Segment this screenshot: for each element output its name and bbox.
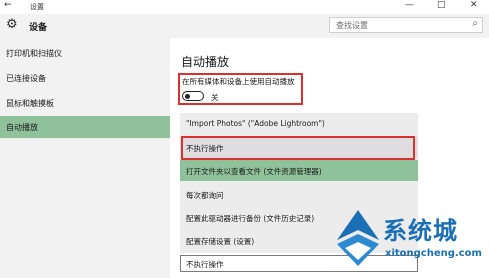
autoplay-toggle-label: 在所有媒体和设备上使用自动播放 [182, 77, 295, 86]
watermark-url: xitongcheng.com [385, 248, 482, 259]
search-icon[interactable]: ⌕ [472, 18, 478, 29]
sidebar-item-label: 打印机和扫描仪 [6, 49, 62, 58]
search-placeholder: 查找设置 [336, 21, 368, 30]
sidebar-item-autoplay[interactable]: 自动播放 [0, 116, 170, 138]
back-arrow-icon[interactable]: ← [4, 0, 12, 10]
select-value: 不执行操作 [186, 260, 224, 269]
sidebar-item-connected-devices[interactable]: 已连接设备 [0, 67, 170, 89]
minimize-button[interactable]: — [405, 0, 414, 10]
section-title: 自动播放 [181, 55, 230, 69]
sidebar-item-label: 已连接设备 [6, 74, 46, 83]
toggle-knob [185, 93, 190, 99]
sidebar-item-mouse-touchpad[interactable]: 鼠标和触摸板 [0, 92, 170, 114]
gear-icon: ⚙ [6, 17, 18, 32]
autoplay-toggle[interactable] [182, 91, 204, 101]
search-input[interactable]: 查找设置 ⌕ [329, 17, 483, 33]
option-label: 打开文件夹以查看文件 (文件资源管理器) [186, 167, 322, 176]
maximize-button[interactable]: □ [437, 0, 446, 10]
sidebar: 打印机和扫描仪 已连接设备 鼠标和触摸板 自动播放 [0, 38, 170, 278]
option-label: "Import Photos" ("Adobe Lightroom") [186, 119, 325, 128]
page-title: 设备 [29, 23, 48, 33]
sidebar-item-label: 自动播放 [6, 123, 38, 132]
watermark: 系统城 xitongcheng.com [335, 198, 485, 276]
dropdown-option-import-photos[interactable]: "Import Photos" ("Adobe Lightroom") [180, 113, 418, 134]
watermark-logo-icon [337, 210, 379, 266]
sidebar-item-printers[interactable]: 打印机和扫描仪 [0, 42, 170, 64]
sidebar-item-label: 鼠标和触摸板 [6, 99, 54, 108]
toggle-state-label: 关 [211, 93, 219, 102]
dropdown-option-open-folder[interactable]: 打开文件夹以查看文件 (文件资源管理器) [180, 160, 418, 181]
option-label: 每次都询问 [186, 191, 224, 200]
option-highlight-box [181, 136, 415, 160]
option-label: 配置存储设置 (设置) [186, 237, 255, 246]
title-bar: ← 设置 — □ ✕ [0, 0, 489, 14]
option-label: 配置此驱动器进行备份 (文件历史记录) [186, 214, 315, 223]
close-button[interactable]: ✕ [470, 0, 478, 10]
window-title: 设置 [30, 3, 44, 11]
watermark-name: 系统城 [383, 217, 458, 245]
